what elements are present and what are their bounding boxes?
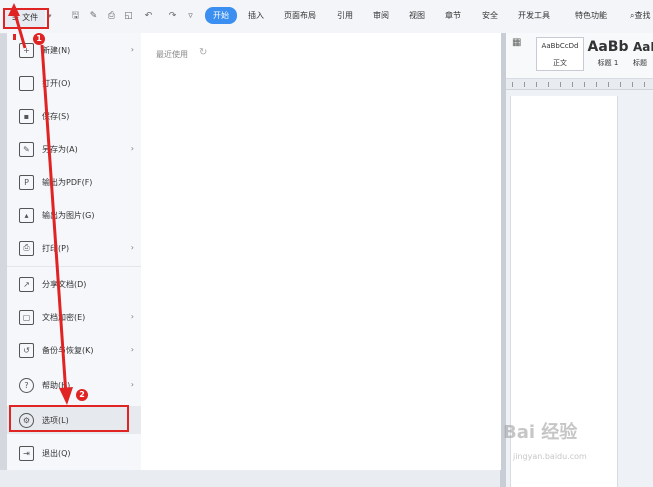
annotation-arrow-2 — [40, 44, 68, 396]
annotation-arrows — [8, 3, 73, 405]
annotation-arrowhead-2 — [59, 387, 73, 405]
watermark-url: jingyan.baidu.com — [513, 452, 587, 461]
watermark-logo: Bai 经验 — [503, 422, 578, 443]
watermark: Bai 经验 jingyan.baidu.com — [503, 418, 623, 478]
step-badge-2: 2 — [76, 389, 88, 401]
annotation-arrowhead-1 — [8, 3, 20, 16]
step-badge-1: 1 — [33, 33, 45, 45]
